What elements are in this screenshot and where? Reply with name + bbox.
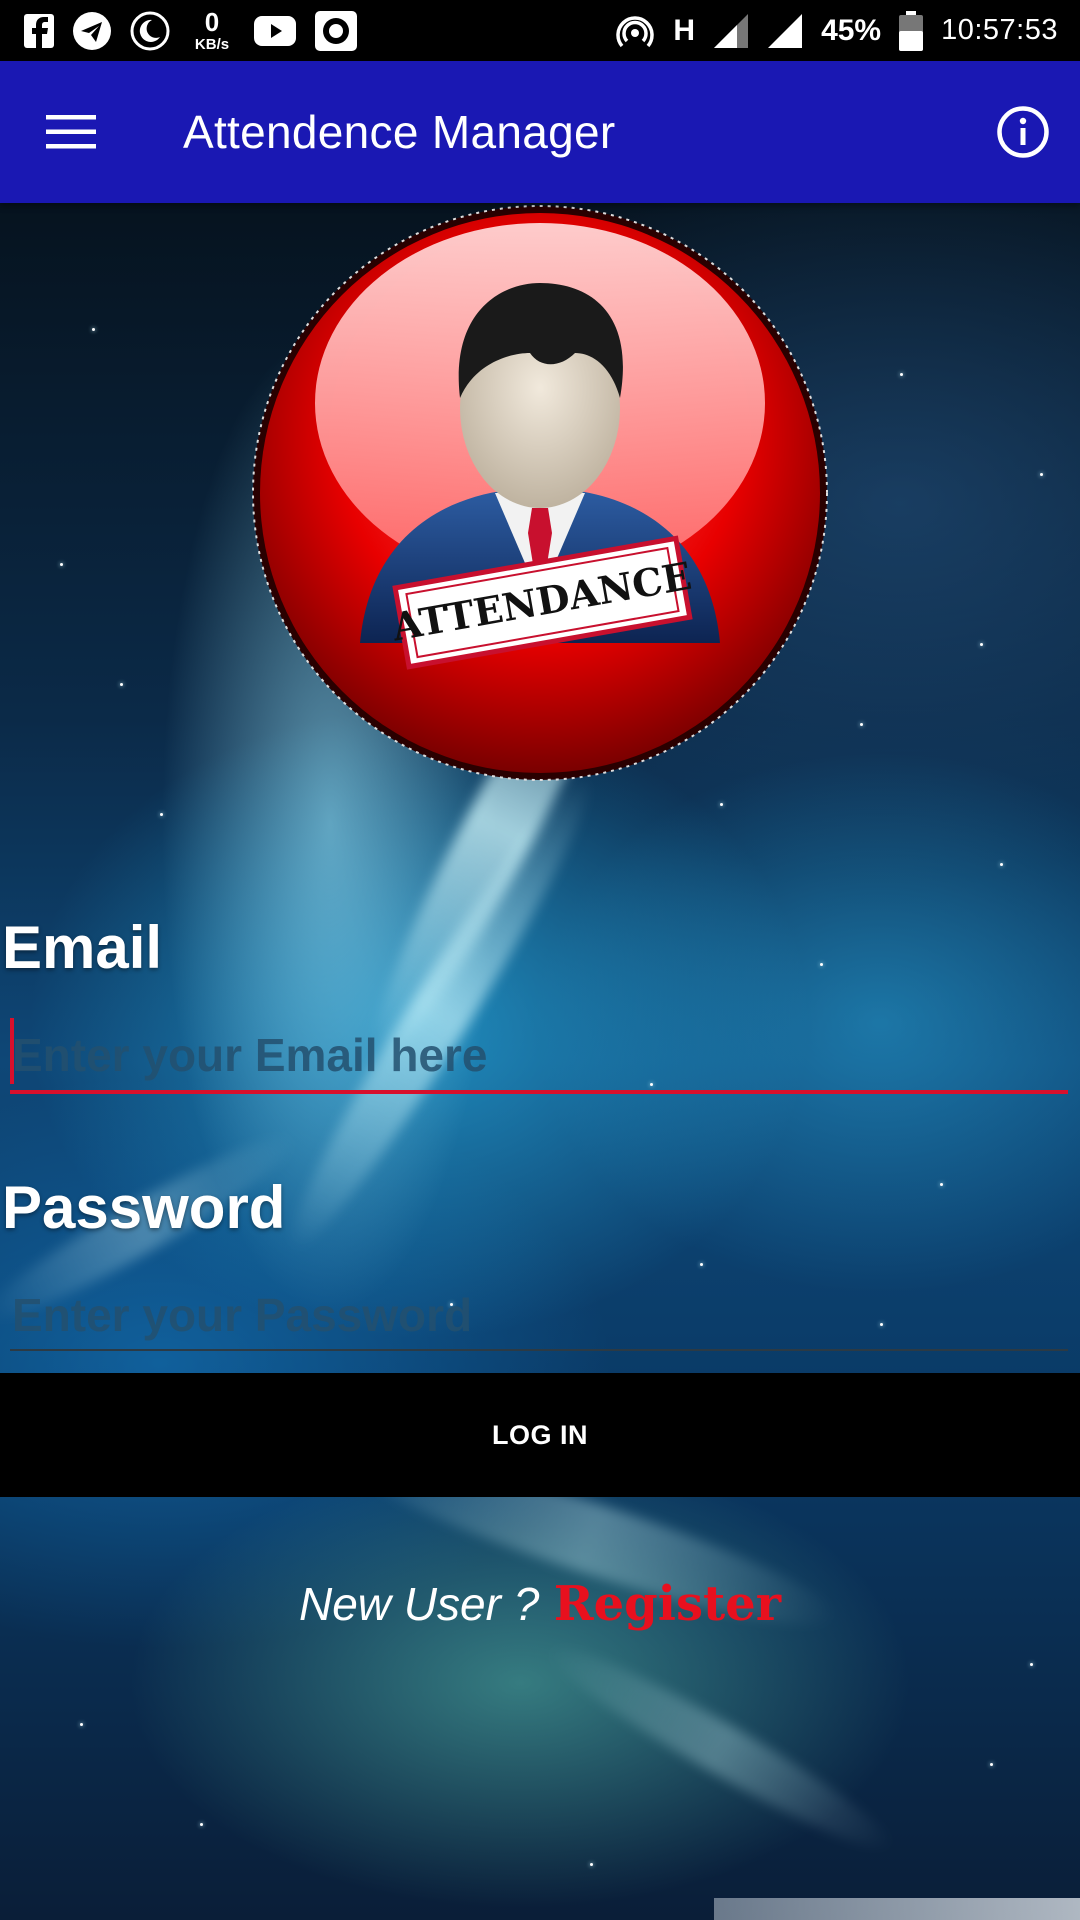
attendance-logo: ATTENDANCE bbox=[252, 205, 828, 781]
password-field[interactable] bbox=[10, 1277, 1068, 1353]
clock: 10:57:53 bbox=[941, 14, 1058, 46]
youtube-icon bbox=[254, 11, 296, 51]
telegram-icon bbox=[72, 11, 112, 51]
network-speed: 0 KB/s bbox=[188, 9, 236, 52]
network-type: H bbox=[673, 13, 696, 47]
status-notifications: 0 KB/s bbox=[24, 9, 358, 52]
login-button[interactable]: LOG IN bbox=[0, 1373, 1080, 1497]
password-underline bbox=[10, 1349, 1068, 1351]
email-label: Email bbox=[2, 914, 163, 981]
password-label: Password bbox=[2, 1174, 286, 1241]
signal-icon bbox=[713, 11, 749, 51]
register-link[interactable]: Register bbox=[554, 1576, 781, 1632]
email-underline bbox=[10, 1090, 1068, 1094]
bottom-overlay-strip bbox=[714, 1898, 1080, 1920]
facebook-icon bbox=[24, 11, 54, 51]
network-speed-unit: KB/s bbox=[194, 36, 230, 53]
battery-percent: 45% bbox=[821, 13, 882, 47]
hotspot-icon bbox=[615, 11, 655, 51]
battery-icon bbox=[899, 10, 924, 51]
menu-icon bbox=[46, 115, 96, 149]
new-user-prompt: New User ? bbox=[299, 1578, 540, 1630]
info-button[interactable] bbox=[994, 103, 1052, 161]
app-bar: Attendence Manager bbox=[0, 61, 1080, 203]
info-icon bbox=[997, 106, 1049, 158]
camera-icon bbox=[314, 10, 358, 51]
register-row: New User ? Register bbox=[0, 1576, 1080, 1632]
menu-button[interactable] bbox=[40, 104, 102, 160]
night-mode-icon bbox=[130, 11, 170, 51]
status-system: H 45% 10:57:53 bbox=[615, 10, 1058, 51]
login-screen: 0 KB/s H 45% 10:57:53 Attendence Manager… bbox=[0, 0, 1080, 1920]
galaxy-background: ATTENDANCE Email Password LOG IN New Use… bbox=[0, 203, 1080, 1920]
signal-icon bbox=[767, 11, 803, 51]
status-bar: 0 KB/s H 45% 10:57:53 bbox=[0, 0, 1080, 61]
app-title: Attendence Manager bbox=[183, 106, 616, 158]
email-field[interactable] bbox=[10, 1017, 1068, 1093]
network-speed-value: 0 bbox=[204, 7, 220, 37]
